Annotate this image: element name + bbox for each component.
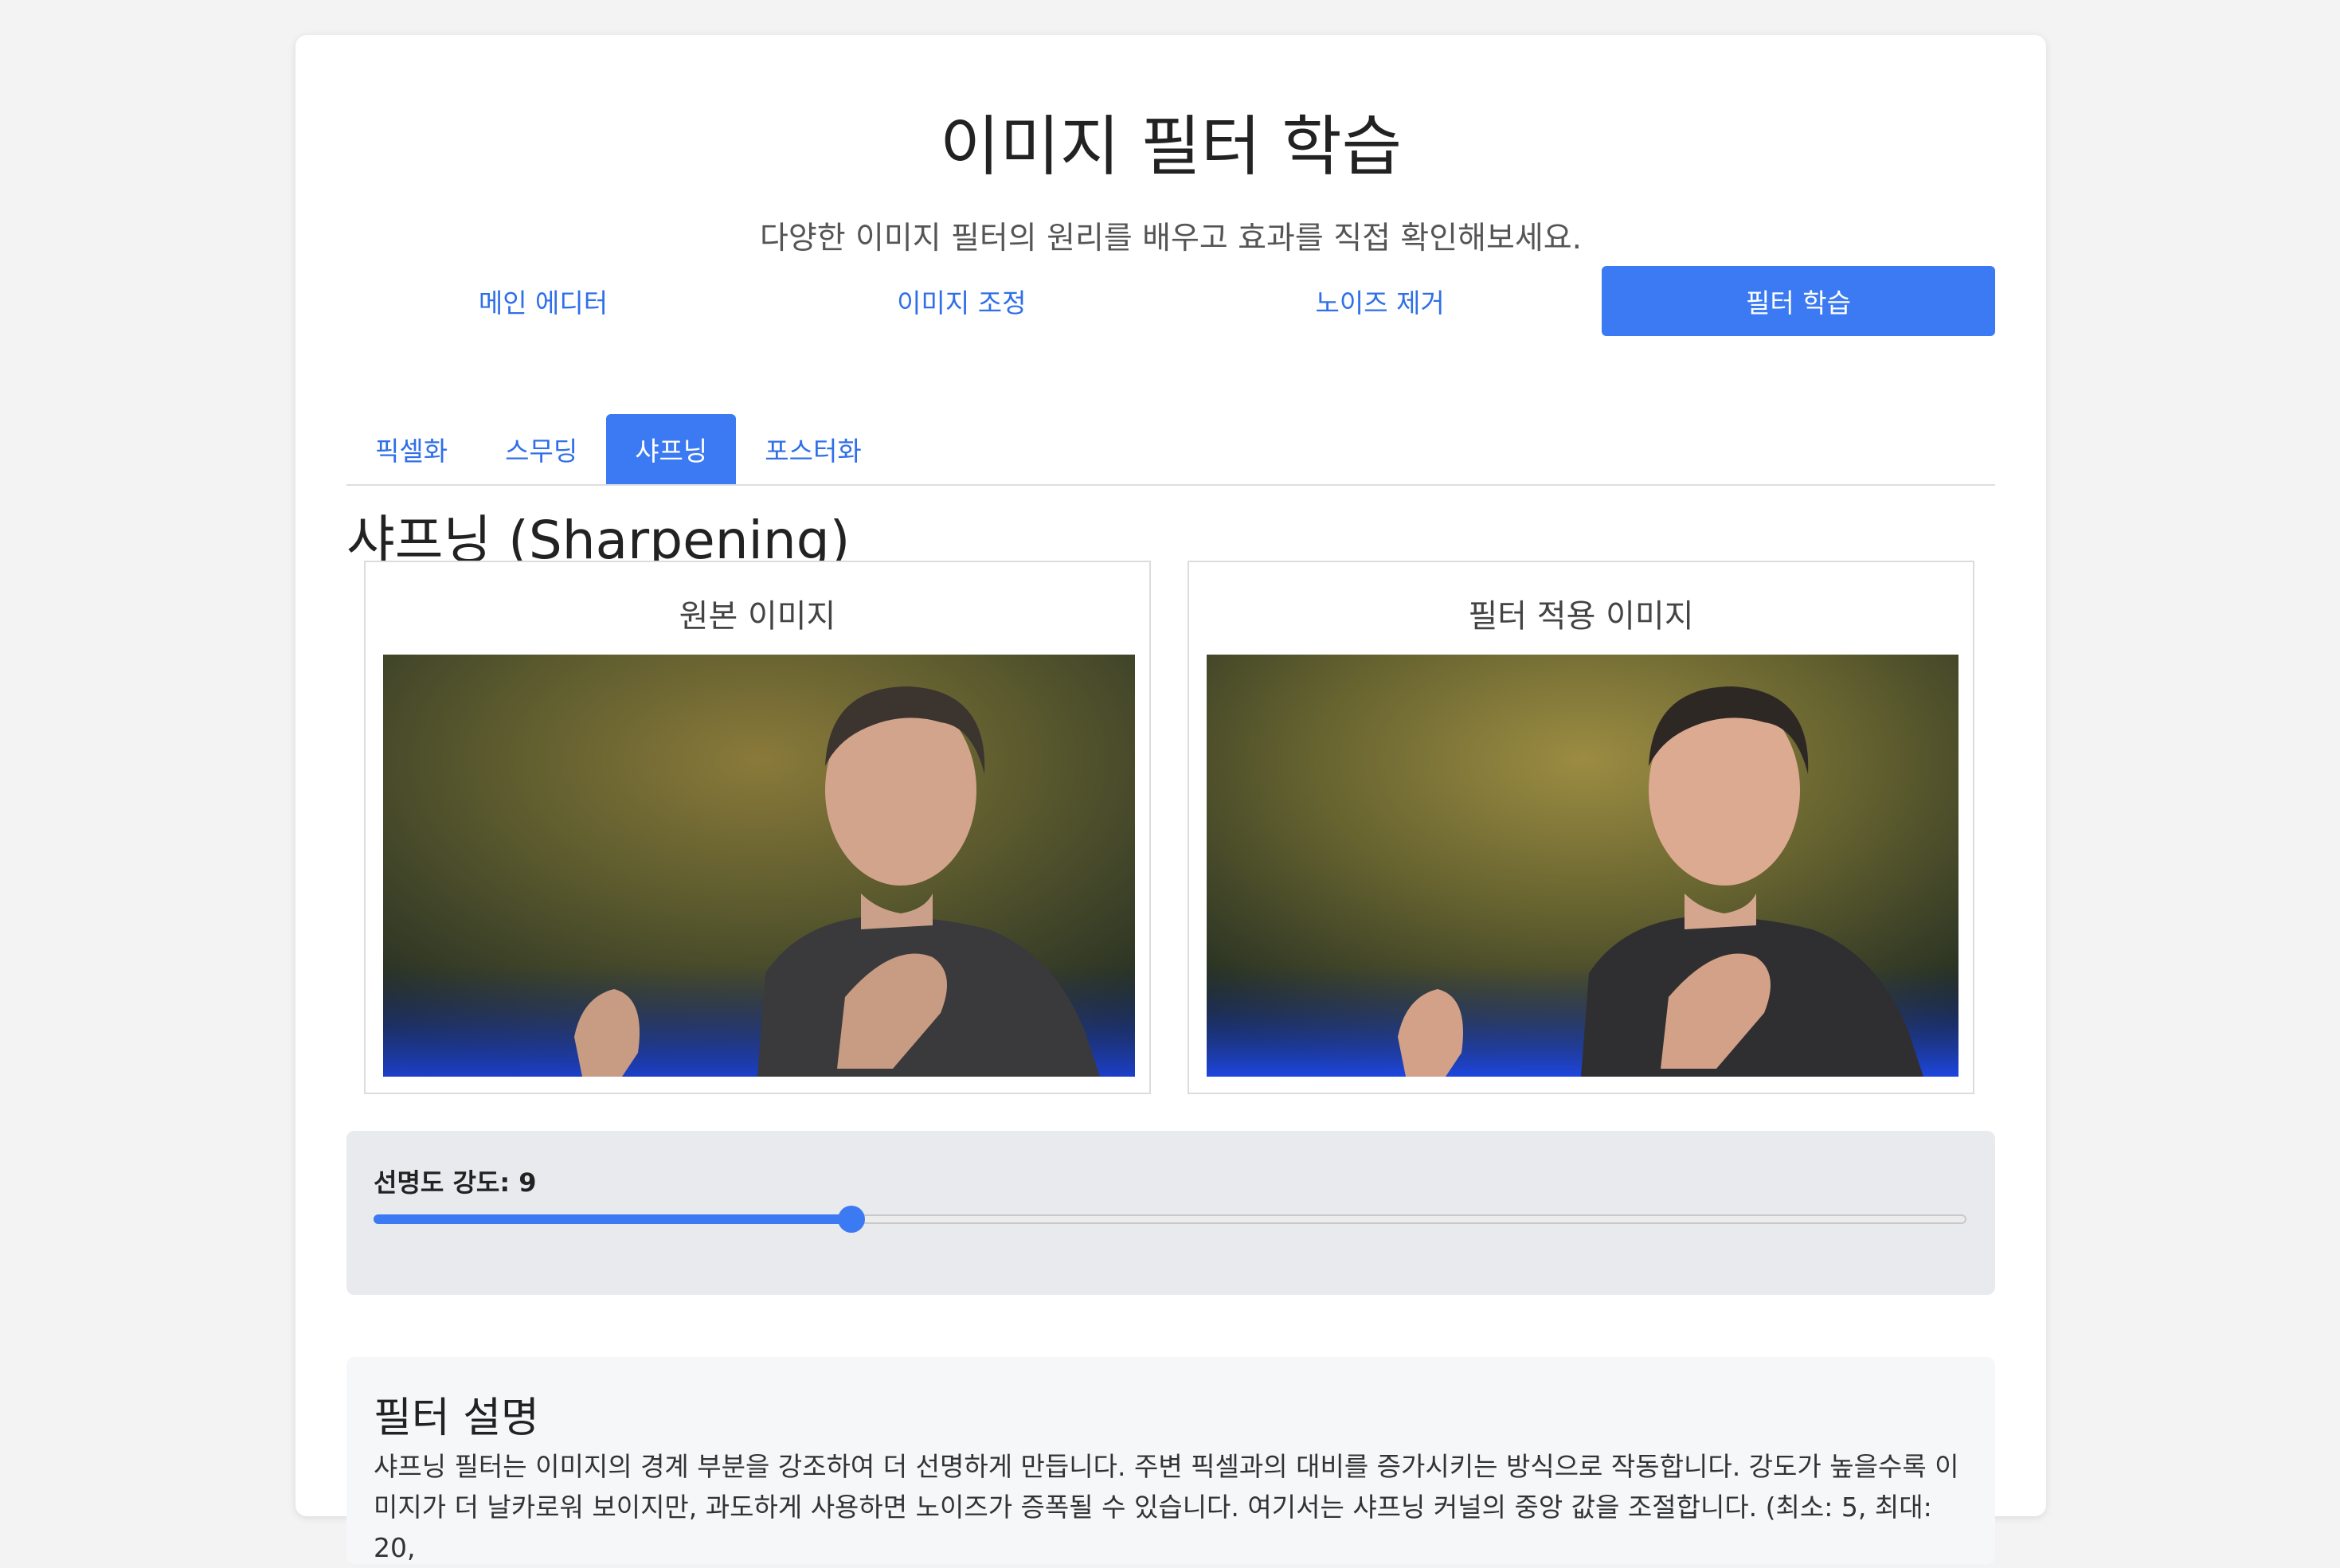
filtered-image bbox=[1207, 655, 1958, 1077]
tab-sharpening[interactable]: 샤프닝 bbox=[606, 414, 737, 484]
explanation-text: 샤프닝 필터는 이미지의 경계 부분을 강조하여 더 선명하게 만듭니다. 주변… bbox=[374, 1451, 1959, 1563]
tab-smoothing[interactable]: 스무딩 bbox=[476, 414, 606, 484]
tab-filter-learning[interactable]: 필터 학습 bbox=[1601, 266, 1995, 336]
tab-pixelate[interactable]: 픽셀화 bbox=[346, 414, 476, 484]
tab-image-adjust[interactable]: 이미지 조정 bbox=[765, 266, 1158, 336]
slider-fill bbox=[374, 1214, 851, 1224]
tab-posterize[interactable]: 포스터화 bbox=[736, 414, 890, 484]
filter-explanation: 필터 설명 샤프닝 필터는 이미지의 경계 부분을 강조하여 더 선명하게 만듭… bbox=[346, 1357, 1995, 1564]
main-nav: 메인 에디터 이미지 조정 노이즈 제거 필터 학습 bbox=[346, 266, 1995, 336]
filtered-image-panel: 필터 적용 이미지 bbox=[1188, 561, 1974, 1094]
filtered-image-title: 필터 적용 이미지 bbox=[1468, 598, 1694, 635]
explanation-title: 필터 설명 bbox=[374, 1394, 539, 1442]
filter-controls: 선명도 강도: 9 bbox=[346, 1131, 1995, 1295]
tab-noise-removal[interactable]: 노이즈 제거 bbox=[1184, 266, 1577, 336]
page-title: 이미지 필터 학습 bbox=[939, 109, 1403, 185]
page-subtitle: 다양한 이미지 필터의 원리를 배우고 효과를 직접 확인해보세요. bbox=[759, 221, 1583, 256]
section-heading: 샤프닝 (Sharpening) bbox=[346, 510, 851, 571]
original-image-panel: 원본 이미지 bbox=[364, 561, 1151, 1094]
tab-main-editor[interactable]: 메인 에디터 bbox=[346, 266, 740, 336]
filter-tabs: 픽셀화 스무딩 샤프닝 포스터화 bbox=[346, 414, 1995, 486]
original-image bbox=[383, 655, 1135, 1077]
sharpness-label: 선명도 강도: 9 bbox=[374, 1167, 537, 1198]
main-card: 이미지 필터 학습 다양한 이미지 필터의 원리를 배우고 효과를 직접 확인해… bbox=[295, 35, 2046, 1564]
sharpness-slider[interactable] bbox=[374, 1206, 1966, 1233]
slider-thumb[interactable] bbox=[838, 1206, 865, 1233]
original-image-title: 원본 이미지 bbox=[679, 598, 836, 635]
